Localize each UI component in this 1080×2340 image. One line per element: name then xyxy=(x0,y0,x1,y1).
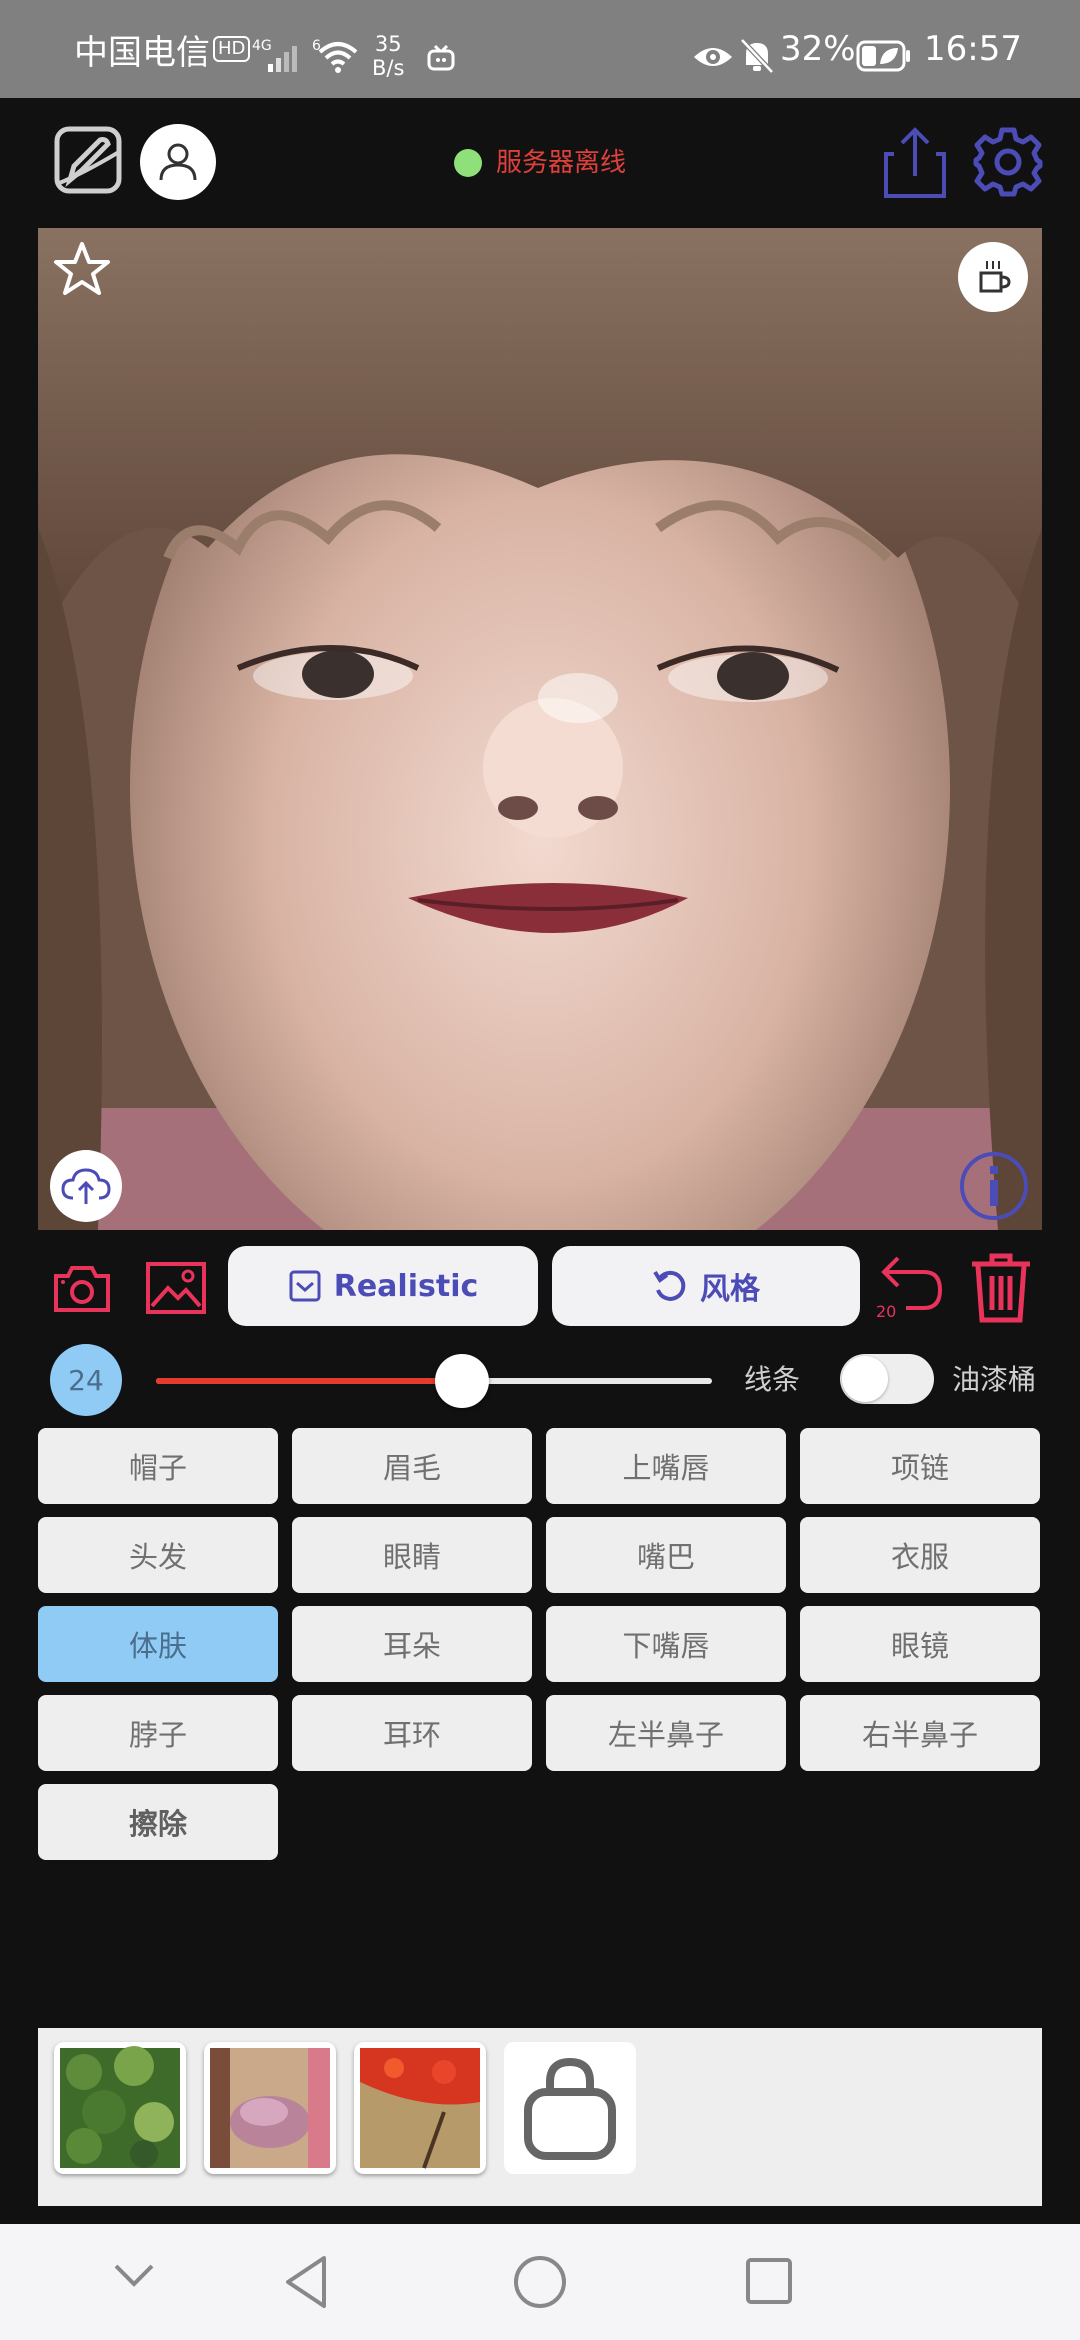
style-button[interactable]: 风格 xyxy=(552,1246,860,1326)
settings-button[interactable] xyxy=(972,126,1044,198)
cell-signal-icon xyxy=(268,46,297,72)
net-speed-value: 35 xyxy=(374,32,402,56)
undo-count: 20 xyxy=(876,1302,897,1321)
texture-thumb-red-flowers[interactable] xyxy=(354,2042,486,2174)
face-part-button[interactable]: 上嘴唇 xyxy=(546,1428,786,1504)
realistic-mode-button[interactable]: Realistic xyxy=(228,1246,538,1326)
clock: 16:57 xyxy=(924,29,1022,69)
upload-cloud-button[interactable] xyxy=(50,1150,122,1222)
server-status-dot xyxy=(454,149,482,177)
photo-canvas[interactable] xyxy=(38,228,1042,1230)
style-texture-tray xyxy=(38,2028,1042,2206)
camera-icon xyxy=(54,1266,110,1312)
cloud-upload-icon xyxy=(61,1168,111,1204)
hd-badge: HD xyxy=(213,36,251,62)
edit-icon xyxy=(54,126,122,194)
face-part-button[interactable]: 帽子 xyxy=(38,1428,278,1504)
delete-button[interactable] xyxy=(968,1252,1034,1324)
share-icon xyxy=(884,127,946,198)
texture-thumb-foliage[interactable] xyxy=(54,2042,186,2174)
coffee-cup-icon xyxy=(979,261,1011,293)
face-part-button[interactable]: 嘴巴 xyxy=(546,1517,786,1593)
style-label: 风格 xyxy=(700,1272,760,1307)
face-part-button[interactable]: 衣服 xyxy=(800,1517,1040,1593)
face-part-button[interactable]: 下嘴唇 xyxy=(546,1606,786,1682)
locked-style-slot[interactable] xyxy=(504,2042,636,2174)
face-part-button[interactable]: 左半鼻子 xyxy=(546,1695,786,1771)
slider-thumb[interactable] xyxy=(434,1354,489,1408)
tv-app-icon xyxy=(427,44,455,71)
share-button[interactable] xyxy=(880,124,950,200)
eye-comfort-icon xyxy=(694,48,732,66)
battery-percent: 32% xyxy=(780,29,856,69)
status-bar: 中国电信 HD 4G 6 35 B/s 32% 16:57 xyxy=(0,0,1080,98)
trash-icon xyxy=(972,1253,1030,1323)
new-canvas-button[interactable] xyxy=(52,124,124,196)
portrait-image xyxy=(38,228,1042,1230)
toggle-knob xyxy=(842,1356,888,1402)
brush-size-indicator: 24 xyxy=(50,1344,122,1416)
realistic-label: Realistic xyxy=(333,1268,479,1304)
paint-bucket-toggle[interactable] xyxy=(840,1354,934,1404)
donate-coffee-button[interactable] xyxy=(958,242,1028,312)
user-icon xyxy=(159,143,197,181)
favorite-star-icon[interactable] xyxy=(52,240,112,300)
slider-fill xyxy=(156,1378,462,1384)
gallery-button[interactable] xyxy=(144,1258,208,1318)
hide-keyboard-chevron-icon[interactable] xyxy=(112,2260,156,2290)
face-part-button[interactable]: 眼睛 xyxy=(292,1517,532,1593)
server-status-label: 服务器离线 xyxy=(496,148,627,178)
texture-thumb-blossom[interactable] xyxy=(204,2042,336,2174)
refresh-icon xyxy=(653,1270,686,1301)
foliage-texture-image xyxy=(60,2046,180,2168)
system-nav-bar xyxy=(0,2224,1080,2340)
image-icon xyxy=(146,1262,206,1314)
face-part-button[interactable]: 头发 xyxy=(38,1517,278,1593)
wifi-icon xyxy=(318,42,358,73)
face-part-button[interactable]: 眉毛 xyxy=(292,1428,532,1504)
paint-bucket-label: 油漆桶 xyxy=(952,1363,1037,1396)
gear-icon xyxy=(973,127,1043,197)
checkbox-icon xyxy=(289,1270,321,1302)
info-icon[interactable] xyxy=(958,1150,1030,1222)
face-part-button[interactable]: 擦除 xyxy=(38,1784,278,1860)
camera-button[interactable] xyxy=(52,1258,112,1318)
net-speed-unit: B/s xyxy=(372,56,405,80)
face-part-button[interactable]: 眼镜 xyxy=(800,1606,1040,1682)
face-part-button[interactable]: 右半鼻子 xyxy=(800,1695,1040,1771)
lock-icon xyxy=(524,2057,616,2160)
battery-saver-icon xyxy=(856,40,910,72)
face-part-button[interactable]: 耳环 xyxy=(292,1695,532,1771)
line-mode-label: 线条 xyxy=(744,1363,801,1396)
blossom-texture-image xyxy=(210,2048,330,2168)
account-button[interactable] xyxy=(140,124,216,200)
recents-square-icon[interactable] xyxy=(744,2256,794,2306)
face-part-button[interactable]: 脖子 xyxy=(38,1695,278,1771)
undo-button[interactable]: 20 xyxy=(876,1252,946,1324)
face-part-button[interactable]: 耳朵 xyxy=(292,1606,532,1682)
brush-size-slider[interactable] xyxy=(156,1354,712,1408)
mute-notifications-icon xyxy=(740,38,774,74)
carrier-label: 中国电信 xyxy=(74,32,210,73)
back-triangle-icon[interactable] xyxy=(284,2254,330,2310)
face-part-button[interactable]: 体肤 xyxy=(38,1606,278,1682)
face-part-button[interactable]: 项链 xyxy=(800,1428,1040,1504)
red-flower-texture-image xyxy=(360,2048,480,2169)
home-circle-icon[interactable] xyxy=(512,2254,568,2310)
